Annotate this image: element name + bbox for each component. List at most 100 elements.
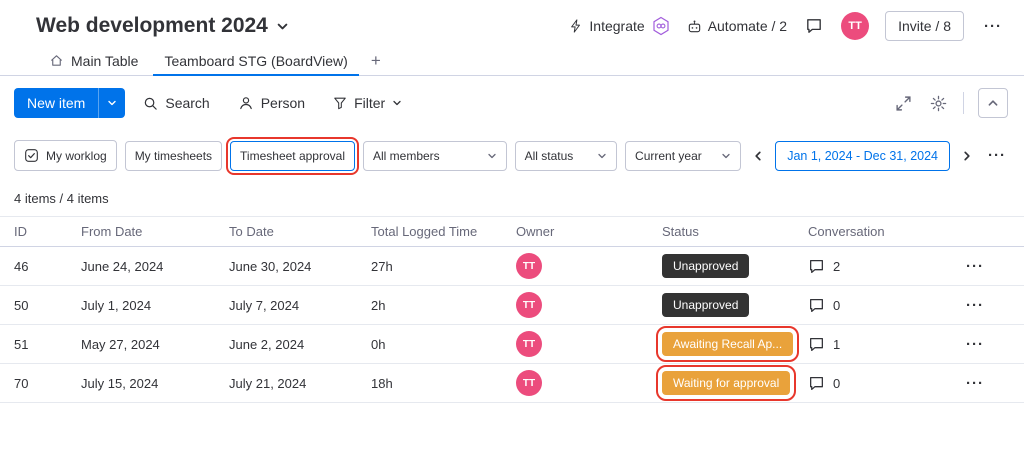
- cell-to-date[interactable]: June 2, 2024: [229, 324, 371, 364]
- chat-icon[interactable]: [803, 15, 825, 37]
- fullscreen-icon[interactable]: [893, 93, 914, 114]
- my-worklog-button[interactable]: My worklog: [14, 140, 117, 171]
- table-row[interactable]: 70 July 15, 2024 July 21, 2024 18h TT Wa…: [0, 363, 1024, 403]
- automate-robot-icon: [687, 19, 702, 34]
- filter-button[interactable]: Filter: [323, 88, 412, 118]
- conversation-button[interactable]: 0: [808, 375, 926, 392]
- conversation-count: 0: [833, 297, 841, 313]
- add-view-button[interactable]: +: [361, 46, 391, 75]
- status-badge[interactable]: Unapproved: [662, 293, 750, 317]
- status-badge[interactable]: Waiting for approval: [655, 365, 797, 401]
- conversation-button[interactable]: 0: [808, 297, 926, 314]
- column-header-from-date[interactable]: From Date: [81, 216, 229, 247]
- table-header-row: ID From Date To Date Total Logged Time O…: [0, 216, 1024, 247]
- tab-main-table[interactable]: Main Table: [36, 46, 151, 75]
- cell-status: Unapproved: [662, 246, 808, 286]
- filter-chevron-down-icon: [392, 98, 402, 108]
- filter-row-more-button[interactable]: ···: [984, 145, 1010, 166]
- column-header-status[interactable]: Status: [662, 216, 808, 247]
- next-period-button[interactable]: [958, 147, 976, 165]
- row-menu-button[interactable]: ···: [962, 256, 988, 277]
- status-badge[interactable]: Awaiting Recall Ap...: [655, 326, 800, 362]
- cell-logged-time: 18h: [371, 363, 516, 403]
- cell-from-date[interactable]: May 27, 2024: [81, 324, 229, 364]
- table-row[interactable]: 50 July 1, 2024 July 7, 2024 2h TT Unapp…: [0, 285, 1024, 325]
- user-avatar[interactable]: TT: [841, 12, 870, 40]
- row-menu-button[interactable]: ···: [962, 373, 988, 394]
- chevron-down-icon: [487, 151, 497, 161]
- items-count: 4 items / 4 items: [14, 191, 109, 206]
- table-row[interactable]: 46 June 24, 2024 June 30, 2024 27h TT Un…: [0, 246, 1024, 286]
- cell-actions: ···: [926, 246, 1024, 286]
- cell-to-date[interactable]: July 21, 2024: [229, 363, 371, 403]
- period-dropdown-value: Current year: [635, 148, 702, 163]
- my-worklog-label: My worklog: [46, 148, 107, 163]
- cell-from-date[interactable]: July 15, 2024: [81, 363, 229, 403]
- board-toolbar: New item Search Person Filter: [0, 76, 1024, 118]
- conversation-count: 0: [833, 375, 841, 391]
- checkbox-icon: [24, 148, 39, 163]
- cell-to-date[interactable]: July 7, 2024: [229, 285, 371, 325]
- owner-avatar[interactable]: TT: [516, 331, 542, 357]
- status-dropdown[interactable]: All status: [514, 140, 618, 171]
- conversation-count: 2: [833, 258, 841, 274]
- cell-status: Waiting for approval: [655, 363, 808, 403]
- chevron-down-icon: [721, 151, 731, 161]
- cell-conversation: 1: [808, 324, 926, 364]
- my-timesheets-button[interactable]: My timesheets: [124, 140, 223, 171]
- new-item-caret-button[interactable]: [98, 88, 126, 118]
- owner-avatar[interactable]: TT: [516, 253, 542, 279]
- previous-period-button[interactable]: [749, 147, 767, 165]
- column-header-id[interactable]: ID: [0, 216, 81, 247]
- column-header-owner[interactable]: Owner: [516, 216, 662, 247]
- owner-avatar[interactable]: TT: [516, 292, 542, 318]
- cell-logged-time: 0h: [371, 324, 516, 364]
- cell-from-date[interactable]: June 24, 2024: [81, 246, 229, 286]
- cell-conversation: 0: [808, 285, 926, 325]
- settings-gear-icon[interactable]: [928, 93, 949, 114]
- automate-button[interactable]: Automate / 2: [687, 18, 787, 34]
- cell-conversation: 2: [808, 246, 926, 286]
- table-row[interactable]: 51 May 27, 2024 June 2, 2024 0h TT Await…: [0, 324, 1024, 364]
- integrate-button[interactable]: Integrate: [569, 16, 670, 36]
- board-header: Web development 2024 Integrate Automate …: [0, 0, 1024, 46]
- tab-board-view-label: Teamboard STG (BoardView): [164, 52, 348, 69]
- cell-from-date[interactable]: July 1, 2024: [81, 285, 229, 325]
- new-item-button[interactable]: New item: [14, 88, 99, 118]
- timesheet-filter-row: My worklog My timesheets Timesheet appro…: [0, 118, 1024, 175]
- new-item-split-button: New item: [14, 88, 126, 118]
- speech-bubble-icon: [808, 336, 825, 353]
- timesheet-table: ID From Date To Date Total Logged Time O…: [0, 216, 1024, 403]
- owner-avatar[interactable]: TT: [516, 370, 542, 396]
- column-header-logged-time[interactable]: Total Logged Time: [371, 216, 516, 247]
- conversation-button[interactable]: 2: [808, 258, 926, 275]
- filter-label: Filter: [354, 95, 386, 111]
- view-tabs: Main Table Teamboard STG (BoardView) +: [0, 46, 1024, 76]
- cell-actions: ···: [926, 363, 1024, 403]
- column-header-actions: [926, 216, 1024, 247]
- cell-status: Awaiting Recall Ap...: [655, 324, 808, 364]
- tab-board-view[interactable]: Teamboard STG (BoardView): [151, 46, 360, 76]
- cell-to-date[interactable]: June 30, 2024: [229, 246, 371, 286]
- conversation-button[interactable]: 1: [808, 336, 926, 353]
- timesheet-approval-button[interactable]: Timesheet approval: [226, 136, 359, 175]
- search-label: Search: [165, 95, 210, 111]
- members-dropdown[interactable]: All members: [363, 140, 507, 171]
- search-icon: [143, 96, 158, 111]
- row-menu-button[interactable]: ···: [962, 334, 988, 355]
- header-more-button[interactable]: ···: [980, 16, 1006, 37]
- toolbar-right: [893, 88, 1008, 118]
- date-range-button[interactable]: Jan 1, 2024 - Dec 31, 2024: [775, 140, 951, 171]
- person-filter-button[interactable]: Person: [228, 88, 315, 118]
- collapse-header-button[interactable]: [978, 88, 1008, 118]
- column-header-to-date[interactable]: To Date: [229, 216, 371, 247]
- status-badge[interactable]: Unapproved: [662, 254, 750, 278]
- chevron-down-icon: [107, 98, 117, 108]
- members-dropdown-value: All members: [373, 148, 440, 163]
- column-header-conversation[interactable]: Conversation: [808, 216, 926, 247]
- invite-button[interactable]: Invite / 8: [885, 11, 964, 41]
- row-menu-button[interactable]: ···: [962, 295, 988, 316]
- search-button[interactable]: Search: [133, 88, 219, 118]
- title-chevron-down-icon[interactable]: [276, 20, 289, 33]
- period-dropdown[interactable]: Current year: [625, 140, 742, 171]
